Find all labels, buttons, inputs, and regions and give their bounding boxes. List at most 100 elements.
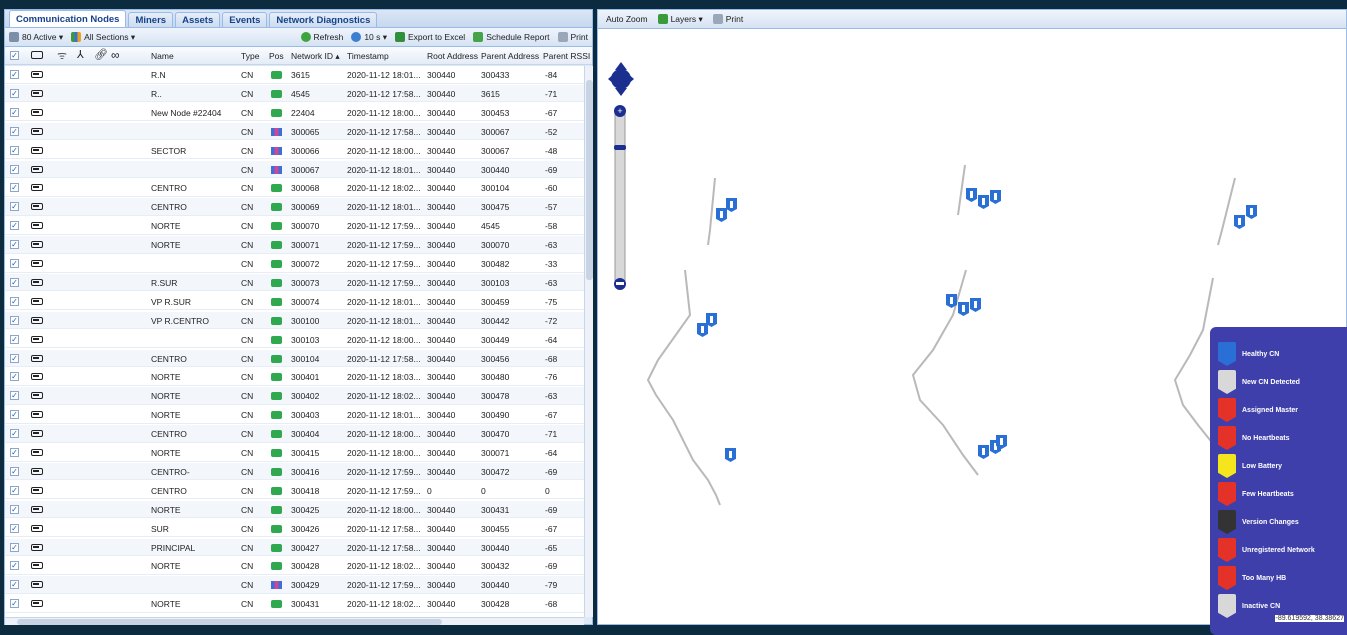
row-checkbox[interactable]: ✓ <box>10 353 19 363</box>
column-parent-address[interactable]: Parent Address <box>481 51 539 61</box>
active-filter-button[interactable]: 80 Active ▾ <box>9 32 63 43</box>
table-row[interactable]: ✓ NORTE CN 300431 2020-11-12 18:02... 300440 3… <box>5 595 584 613</box>
battery-column-icon[interactable] <box>31 51 43 59</box>
table-row[interactable]: ✓ NORTE CN 300428 2020-11-12 18:02... 300440 3… <box>5 557 584 575</box>
tab-network-diagnostics[interactable]: Network Diagnostics <box>269 12 378 27</box>
pan-control[interactable] <box>606 60 636 98</box>
row-checkbox[interactable]: ✓ <box>10 580 19 590</box>
row-checkbox[interactable]: ✓ <box>10 429 19 439</box>
tree-column-icon[interactable]: ⅄ <box>77 48 84 61</box>
table-row[interactable]: ✓ CN 300067 2020-11-12 18:01... 300440 300440… <box>5 160 584 178</box>
table-row[interactable]: ✓ NORTE CN 300401 2020-11-12 18:03... 300440 3… <box>5 368 584 386</box>
column-name[interactable]: Name <box>151 51 174 61</box>
row-checkbox[interactable]: ✓ <box>10 88 19 98</box>
parent-address: 300428 <box>481 599 510 610</box>
interval-select[interactable]: 10 s ▾ <box>351 32 387 43</box>
legend-marker-icon <box>1218 454 1236 478</box>
refresh-button[interactable]: Refresh <box>300 32 344 42</box>
row-checkbox[interactable]: ✓ <box>10 183 19 193</box>
zoom-slider[interactable]: + <box>613 105 627 290</box>
row-checkbox[interactable]: ✓ <box>10 145 19 155</box>
table-row[interactable]: ✓ NORTE CN 300402 2020-11-12 18:02... 300440 3… <box>5 387 584 405</box>
table-row[interactable]: ✓ NORTE CN 300070 2020-11-12 17:59... 300440 4… <box>5 217 584 235</box>
row-checkbox[interactable]: ✓ <box>10 391 19 401</box>
row-checkbox[interactable]: ✓ <box>10 126 19 136</box>
table-row[interactable]: ✓ R.. CN 4545 2020-11-12 17:58... 300440 3615 -… <box>5 84 584 103</box>
row-checkbox[interactable]: ✓ <box>10 542 19 552</box>
row-checkbox[interactable]: ✓ <box>10 372 19 382</box>
table-row[interactable]: ✓ NORTE CN 300415 2020-11-12 18:00... 300440 3… <box>5 444 584 462</box>
infinity-column-header[interactable]: ∞ <box>111 48 120 62</box>
table-row[interactable]: ✓ CENTRO- CN 300416 2020-11-12 17:59... 30044… <box>5 462 584 481</box>
row-checkbox[interactable]: ✓ <box>10 107 19 117</box>
export-excel-button[interactable]: Export to Excel <box>395 32 465 42</box>
parent-rssi: -67 <box>545 523 558 534</box>
table-row[interactable]: ✓ NORTE CN 300071 2020-11-12 17:59... 300440 3… <box>5 236 584 254</box>
link-column-icon[interactable]: 🔗︎ <box>94 48 108 61</box>
row-checkbox[interactable]: ✓ <box>10 504 19 514</box>
sections-filter-button[interactable]: All Sections ▾ <box>71 32 135 43</box>
row-checkbox[interactable]: ✓ <box>10 334 19 344</box>
table-row[interactable]: ✓ CENTRO CN 300069 2020-11-12 18:01... 300440… <box>5 198 584 216</box>
table-row[interactable]: ✓ SECTOR CN 300066 2020-11-12 18:00... 300440… <box>5 142 584 160</box>
schedule-report-button[interactable]: Schedule Report <box>473 32 550 42</box>
tab-miners[interactable]: Miners <box>128 12 174 27</box>
column-type[interactable]: Type <box>241 51 259 61</box>
column-root-address[interactable]: Root Address <box>427 51 478 61</box>
row-checkbox[interactable]: ✓ <box>10 259 19 268</box>
table-row[interactable]: ✓ New Node #22404 CN 22404 2020-11-12 18:00.… <box>5 104 584 122</box>
table-row[interactable]: ✓ R.N CN 3615 2020-11-12 18:01... 300440 30043… <box>5 66 584 84</box>
row-checkbox[interactable]: ✓ <box>10 240 19 250</box>
row-checkbox[interactable]: ✓ <box>10 599 19 609</box>
table-row[interactable]: ✓ CN 300103 2020-11-12 18:00... 300440 300449… <box>5 331 584 349</box>
tab-communication-nodes[interactable]: Communication Nodes <box>9 10 127 27</box>
tab-events[interactable]: Events <box>222 12 268 27</box>
auto-zoom-button[interactable]: Auto Zoom <box>606 14 648 24</box>
grid-horizontal-scrollbar[interactable] <box>5 617 584 625</box>
table-row[interactable]: ✓ NORTE CN 300425 2020-11-12 18:00... 300440 3… <box>5 500 584 519</box>
wifi-column-icon[interactable]: ᯤ <box>57 48 67 63</box>
row-checkbox[interactable]: ✓ <box>10 448 19 457</box>
row-checkbox[interactable]: ✓ <box>10 277 19 287</box>
table-row[interactable]: ✓ CN 300065 2020-11-12 17:58... 300440 300067… <box>5 122 584 141</box>
refresh-label: Refresh <box>313 32 344 42</box>
row-checkbox[interactable]: ✓ <box>10 315 19 325</box>
select-all-checkbox[interactable]: ✓ <box>10 51 19 60</box>
row-checkbox[interactable]: ✓ <box>10 410 19 420</box>
table-row[interactable]: ✓ VP R.CENTRO CN 300100 2020-11-12 18:01... 3… <box>5 311 584 330</box>
column-parent-rssi[interactable]: Parent RSSI <box>543 51 590 61</box>
tab-assets[interactable]: Assets <box>175 12 221 27</box>
table-row[interactable]: ✓ CENTRO CN 300104 2020-11-12 17:58... 300440… <box>5 349 584 367</box>
row-checkbox[interactable]: ✓ <box>10 221 19 231</box>
table-row[interactable]: ✓ CN 300429 2020-11-12 17:59... 300440 300440… <box>5 576 584 594</box>
legend-label: Inactive CN <box>1242 602 1281 610</box>
table-row[interactable]: ✓ CENTRO CN 300418 2020-11-12 17:59... 0 0 0 <box>5 482 584 500</box>
column-timestamp[interactable]: Timestamp <box>347 51 389 61</box>
table-row[interactable]: ✓ NORTE CN 300403 2020-11-12 18:01... 300440 3… <box>5 406 584 424</box>
table-row[interactable]: ✓ CENTRO CN 300068 2020-11-12 18:02... 300440… <box>5 179 584 197</box>
grid-horizontal-scroll-thumb[interactable] <box>17 619 442 625</box>
column-pos[interactable]: Pos <box>269 51 284 61</box>
table-row[interactable]: ✓ CN 300072 2020-11-12 17:59... 300440 300482… <box>5 255 584 273</box>
grid-vertical-scrollbar[interactable] <box>584 66 593 617</box>
print-button[interactable]: Print <box>557 32 588 42</box>
row-checkbox[interactable]: ✓ <box>10 70 19 79</box>
row-checkbox[interactable]: ✓ <box>10 485 19 495</box>
row-checkbox[interactable]: ✓ <box>10 561 19 571</box>
table-row[interactable]: ✓ PRINCIPAL CN 300427 2020-11-12 17:58... 300… <box>5 538 584 556</box>
table-row[interactable]: ✓ CENTRO CN 300404 2020-11-12 18:00... 300440… <box>5 425 584 443</box>
map-print-button[interactable]: Print <box>712 14 743 24</box>
row-checkbox[interactable]: ✓ <box>10 202 19 212</box>
row-checkbox[interactable]: ✓ <box>10 296 19 306</box>
row-checkbox[interactable]: ✓ <box>10 523 19 533</box>
table-row[interactable]: ✓ SUR CN 300426 2020-11-12 17:58... 300440 300… <box>5 520 584 538</box>
row-checkbox[interactable]: ✓ <box>10 164 19 174</box>
table-row[interactable]: ✓ R.SUR CN 300073 2020-11-12 17:59... 300440 3… <box>5 273 584 292</box>
column-network-id[interactable]: Network ID ▴ <box>291 51 340 62</box>
timestamp: 2020-11-12 18:01... <box>347 410 421 421</box>
row-checkbox[interactable]: ✓ <box>10 466 19 476</box>
grid-vertical-scroll-thumb[interactable] <box>586 80 593 280</box>
table-row[interactable]: ✓ VP R.SUR CN 300074 2020-11-12 18:01... 3004… <box>5 293 584 311</box>
layers-button[interactable]: Layers ▾ <box>657 14 703 25</box>
map-canvas[interactable]: + Healthy CN New CN Detected Assigned Mast… <box>598 30 1347 635</box>
